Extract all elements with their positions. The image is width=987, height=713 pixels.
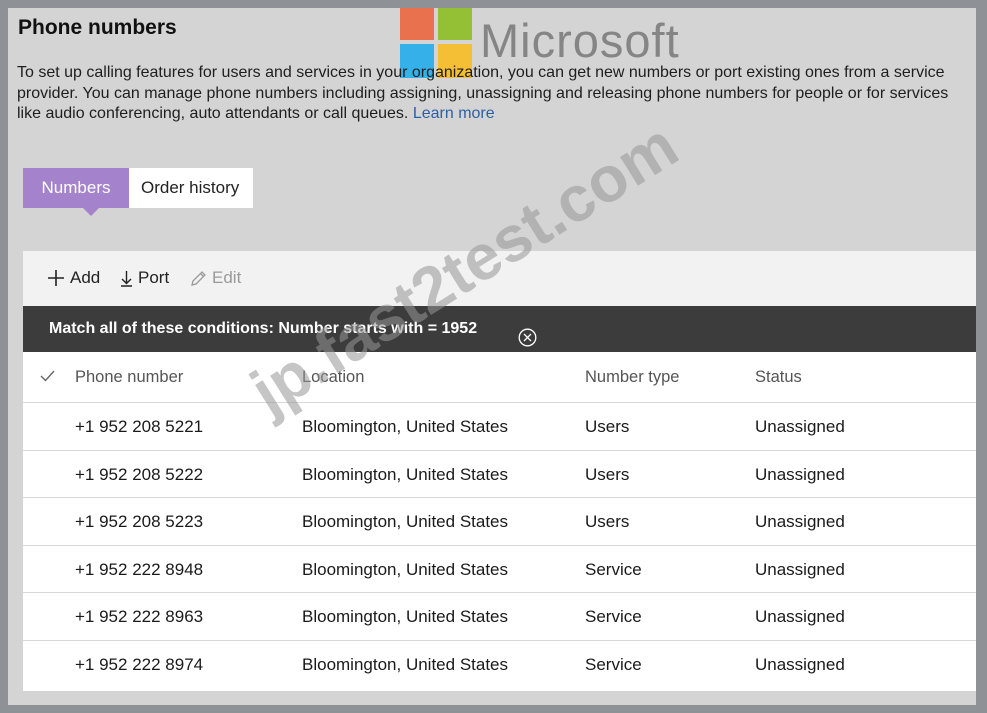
plus-icon [47, 269, 65, 287]
tab-numbers[interactable]: Numbers [23, 168, 129, 216]
header-status[interactable]: Status [755, 368, 802, 387]
cell-status: Unassigned [755, 654, 845, 674]
cell-status: Unassigned [755, 607, 845, 626]
port-label: Port [138, 268, 170, 287]
microsoft-watermark: Microsoft [480, 14, 680, 67]
cell-phone-number: +1 952 222 8963 [75, 607, 204, 626]
download-arrow-icon [120, 270, 133, 287]
select-all-checkmark-icon[interactable] [40, 369, 55, 388]
filter-text: Match all of these conditions: Number st… [49, 320, 478, 337]
cell-number-type: Users [585, 417, 630, 436]
cell-phone-number: +1 952 208 5223 [75, 512, 204, 531]
phone-number-list: +1 952 208 5221 Bloomington, United Stat… [23, 402, 976, 687]
table-row[interactable]: +1 952 208 5222 Bloomington, United Stat… [23, 449, 976, 498]
edit-button[interactable]: Edit [190, 268, 241, 288]
cell-status: Unassigned [755, 464, 845, 484]
page-title: Phone numbers [18, 16, 177, 39]
cell-phone-number: +1 952 222 8974 [75, 654, 204, 674]
port-button[interactable]: Port [120, 268, 169, 288]
phone-numbers-page: Phone numbers Microsoft To set up callin… [8, 8, 976, 705]
cell-status: Unassigned [755, 417, 845, 436]
cell-phone-number: +1 952 208 5221 [75, 417, 204, 436]
cell-location: Bloomington, United States [302, 607, 509, 626]
filter-bar: Match all of these conditions: Number st… [23, 306, 976, 352]
edit-label: Edit [212, 268, 242, 287]
clear-filter-icon[interactable] [518, 320, 537, 366]
table-row[interactable]: +1 952 222 8974 Bloomington, United Stat… [23, 639, 976, 688]
page-description: To set up calling features for users and… [17, 63, 972, 125]
table-row[interactable]: +1 952 222 8948 Bloomington, United Stat… [23, 544, 976, 593]
table-row[interactable]: +1 952 208 5221 Bloomington, United Stat… [23, 402, 976, 450]
header-location[interactable]: Location [302, 368, 364, 387]
table-row[interactable]: +1 952 222 8963 Bloomington, United Stat… [23, 592, 976, 640]
cell-location: Bloomington, United States [302, 654, 509, 674]
table-header: Phone number Location Number type Status [23, 368, 976, 402]
cell-location: Bloomington, United States [302, 559, 509, 579]
cell-number-type: Service [585, 559, 642, 579]
cell-number-type: Service [585, 654, 642, 674]
header-number-type[interactable]: Number type [585, 368, 679, 387]
cell-location: Bloomington, United States [302, 464, 509, 484]
table-row[interactable]: +1 952 208 5223 Bloomington, United Stat… [23, 497, 976, 545]
cell-phone-number: +1 952 208 5222 [75, 464, 204, 484]
cell-phone-number: +1 952 222 8948 [75, 559, 204, 579]
numbers-panel: Add Port Edit Match all of these conditi… [23, 251, 976, 691]
cell-location: Bloomington, United States [302, 512, 509, 531]
cell-status: Unassigned [755, 512, 845, 531]
header-phone-number[interactable]: Phone number [75, 368, 183, 387]
learn-more-link[interactable]: Learn more [413, 105, 495, 122]
pencil-icon [190, 270, 207, 287]
add-button[interactable]: Add [47, 268, 100, 288]
cell-number-type: Service [585, 607, 642, 626]
tab-bar: Numbers Order history [23, 168, 253, 216]
tab-order-history[interactable]: Order history [129, 168, 253, 208]
cell-number-type: Users [585, 464, 630, 484]
cell-status: Unassigned [755, 559, 845, 579]
add-label: Add [70, 268, 101, 287]
cell-number-type: Users [585, 512, 630, 531]
cell-location: Bloomington, United States [302, 417, 509, 436]
toolbar: Add Port Edit [23, 251, 976, 306]
